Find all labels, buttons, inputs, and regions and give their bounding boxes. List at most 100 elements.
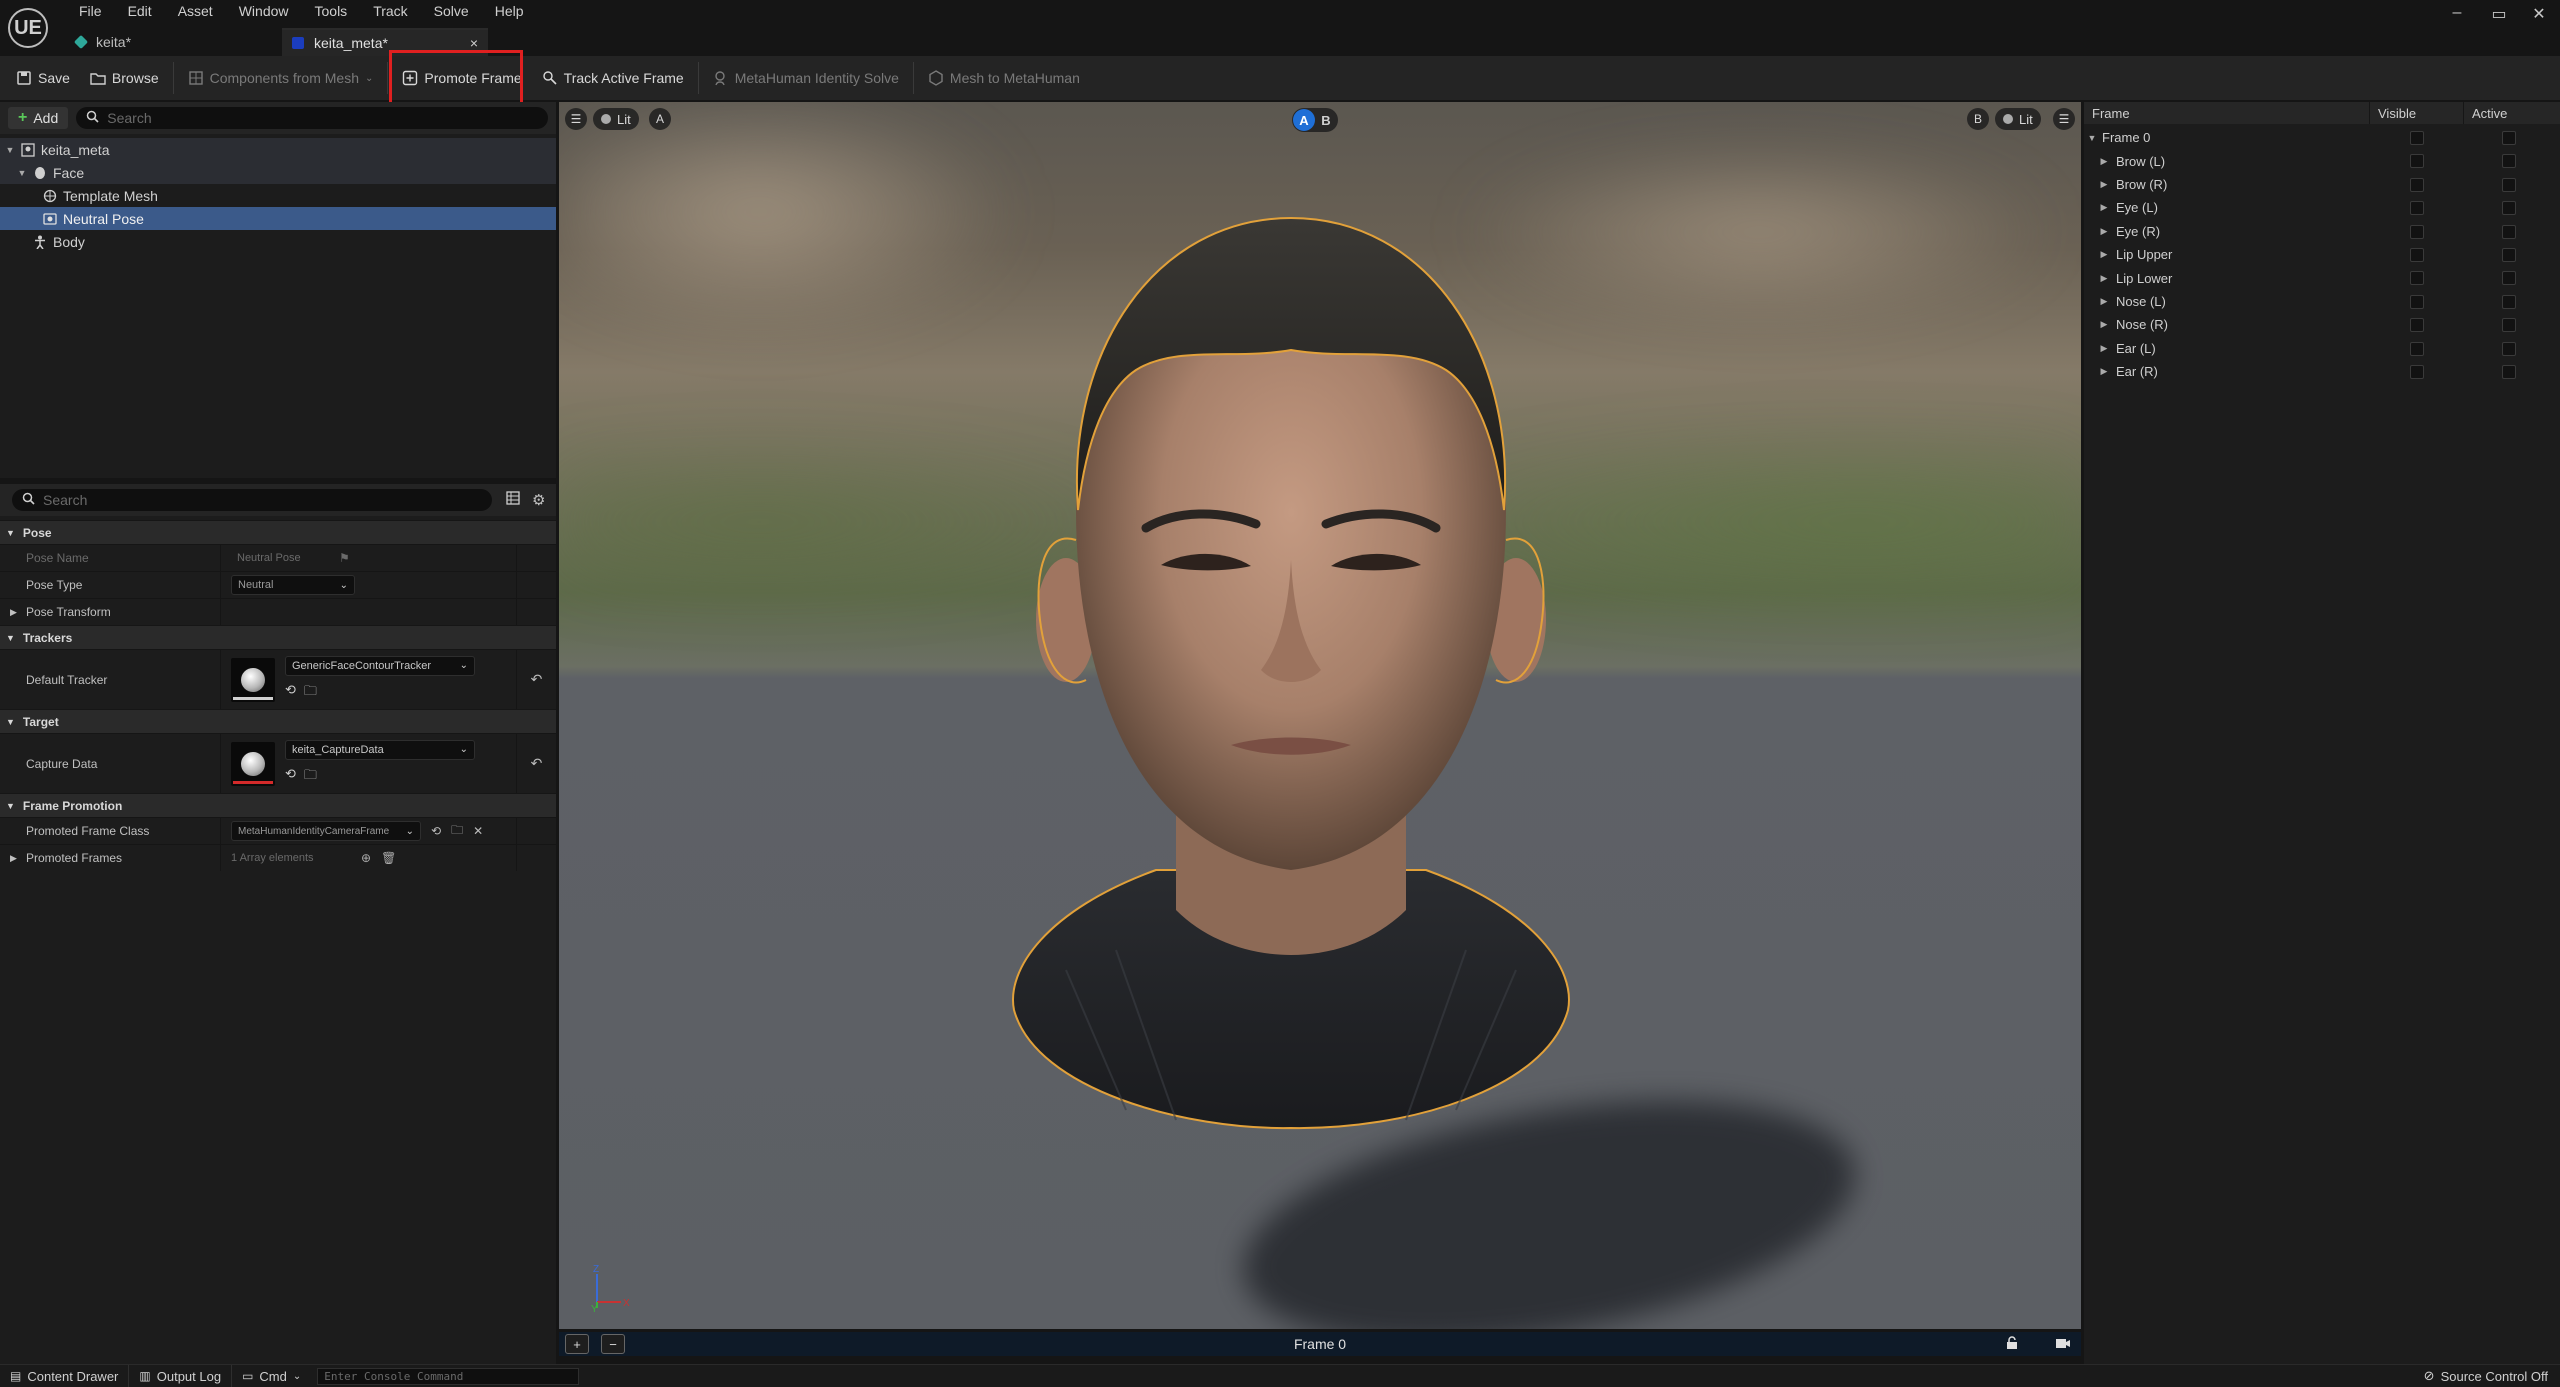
visible-checkbox[interactable] [2410, 224, 2424, 239]
expand-arrow-icon[interactable]: ▶ [2098, 366, 2110, 377]
cmd-dropdown[interactable]: ▭ Cmd ⌄ [232, 1365, 311, 1387]
menu-asset[interactable]: Asset [165, 0, 226, 22]
delete-icon[interactable]: 🗑 [381, 851, 396, 865]
tree-item-keita-meta[interactable]: ▼ keita_meta [0, 138, 556, 161]
close-window-icon[interactable]: ✕ [2518, 4, 2560, 24]
visible-checkbox[interactable] [2410, 154, 2424, 169]
lit-mode-left-button[interactable]: Lit [593, 108, 639, 130]
menu-edit[interactable]: Edit [115, 0, 165, 22]
default-tracker-dropdown[interactable]: GenericFaceContourTracker ⌄ [285, 655, 475, 676]
column-active[interactable]: Active [2464, 102, 2560, 124]
expand-arrow-icon[interactable]: ▶ [2098, 273, 2110, 284]
visible-checkbox[interactable] [2410, 364, 2424, 379]
head-mesh-render[interactable] [1006, 210, 1576, 1130]
unlock-icon[interactable] [2005, 1335, 2019, 1353]
minimize-icon[interactable]: – [2436, 4, 2478, 22]
frame-row-landmark[interactable]: ▶ Lip Lower [2084, 266, 2560, 289]
active-checkbox[interactable] [2502, 201, 2516, 216]
column-visible[interactable]: Visible [2370, 102, 2464, 124]
tree-item-body[interactable]: Body [0, 230, 556, 253]
outliner-search-input[interactable]: Search [76, 107, 548, 129]
frame-row-landmark[interactable]: ▶ Brow (L) [2084, 149, 2560, 172]
promoted-frame-class-dropdown[interactable]: MetaHumanIdentityCameraFrame ⌄ [231, 821, 421, 841]
view-a-button[interactable]: A [649, 108, 671, 130]
asset-thumbnail[interactable] [231, 657, 275, 702]
viewport-menu-icon[interactable]: ☰ [565, 108, 587, 130]
mesh-to-metahuman-button[interactable]: Mesh to MetaHuman [918, 62, 1090, 94]
console-input[interactable]: Enter Console Command [317, 1367, 580, 1385]
prop-pose-transform[interactable]: ▶ Pose Transform [0, 598, 556, 625]
frame-row-landmark[interactable]: ▶ Nose (L) [2084, 290, 2560, 313]
frame-row-landmark[interactable]: ▶ Eye (R) [2084, 220, 2560, 243]
expand-arrow-icon[interactable]: ▶ [2098, 156, 2110, 167]
reset-to-default-icon[interactable]: ↶ [516, 734, 556, 793]
remove-frame-icon[interactable]: − [601, 1334, 625, 1354]
column-frame[interactable]: Frame [2084, 102, 2370, 124]
use-selected-icon[interactable]: ⟲ [285, 766, 296, 788]
tab-keita-meta[interactable]: keita_meta* × [282, 28, 488, 56]
active-checkbox[interactable] [2502, 224, 2516, 239]
visible-checkbox[interactable] [2410, 177, 2424, 192]
gear-icon[interactable]: ⚙ [532, 491, 545, 509]
category-frame-promotion[interactable]: ▼ Frame Promotion [0, 793, 556, 817]
current-frame-label[interactable]: Frame 0 [1294, 1336, 1346, 1352]
frame-row-landmark[interactable]: ▶ Brow (R) [2084, 173, 2560, 196]
output-log-button[interactable]: ▥ Output Log [129, 1365, 233, 1387]
category-target[interactable]: ▼ Target [0, 709, 556, 733]
menu-track[interactable]: Track [360, 0, 420, 22]
capture-data-dropdown[interactable]: keita_CaptureData ⌄ [285, 739, 475, 760]
active-checkbox[interactable] [2502, 294, 2516, 309]
expand-arrow-icon[interactable]: ▶ [2098, 343, 2110, 354]
frame-row-landmark[interactable]: ▶ Eye (L) [2084, 196, 2560, 219]
lit-mode-right-button[interactable]: Lit [1995, 108, 2041, 130]
frame-row-landmark[interactable]: ▶ Nose (R) [2084, 313, 2560, 336]
visible-checkbox[interactable] [2410, 341, 2424, 356]
expand-arrow-icon[interactable]: ▶ [2098, 319, 2110, 330]
browse-folder-icon[interactable]: 🗀 [451, 821, 463, 842]
visible-checkbox[interactable] [2410, 318, 2424, 333]
unreal-logo-icon[interactable]: UE [8, 8, 48, 48]
prop-promoted-frames[interactable]: ▶ Promoted Frames 1 Array elements ⊕ 🗑 [0, 844, 556, 871]
visible-checkbox[interactable] [2410, 247, 2424, 262]
active-checkbox[interactable] [2502, 318, 2516, 333]
asset-thumbnail[interactable] [231, 741, 275, 786]
active-checkbox[interactable] [2502, 131, 2516, 145]
expand-arrow-icon[interactable]: ▶ [10, 853, 17, 864]
menu-solve[interactable]: Solve [421, 0, 482, 22]
content-drawer-button[interactable]: ▤ Content Drawer [0, 1365, 130, 1387]
expand-arrow-icon[interactable]: ▶ [2098, 202, 2110, 213]
add-frame-icon[interactable]: + [565, 1334, 589, 1354]
viewport-options-icon[interactable]: ☰ [2053, 108, 2075, 130]
visible-checkbox[interactable] [2410, 271, 2424, 286]
expand-arrow-icon[interactable]: ▶ [10, 607, 17, 618]
active-checkbox[interactable] [2502, 177, 2516, 192]
components-from-mesh-button[interactable]: Components from Mesh ⌄ [178, 62, 384, 94]
camera-icon[interactable] [2055, 1336, 2071, 1353]
toggle-b[interactable]: B [1315, 109, 1337, 131]
browse-folder-icon[interactable]: 🗀 [304, 766, 317, 788]
frame-row-landmark[interactable]: ▶ Ear (L) [2084, 337, 2560, 360]
expand-arrow-icon[interactable]: ▶ [2098, 249, 2110, 260]
menu-window[interactable]: Window [226, 0, 302, 22]
toggle-a[interactable]: A [1293, 109, 1315, 131]
expand-arrow-icon[interactable]: ▼ [2086, 133, 2098, 143]
active-checkbox[interactable] [2502, 341, 2516, 356]
tree-item-face[interactable]: ▼ Face [0, 161, 556, 184]
frame-row-landmark[interactable]: ▶ Ear (R) [2084, 360, 2560, 383]
visible-checkbox[interactable] [2410, 131, 2424, 145]
expand-arrow-icon[interactable]: ▶ [2098, 179, 2110, 190]
ab-view-toggle[interactable]: A B [1292, 108, 1338, 132]
viewport[interactable]: ☰ Lit A A B B Lit ☰ Z Y X [559, 102, 2081, 1329]
frame-timeline[interactable]: + − Frame 0 [559, 1332, 2081, 1356]
tree-item-neutral-pose[interactable]: Neutral Pose [0, 207, 556, 230]
expand-arrow-icon[interactable]: ▼ [4, 145, 16, 155]
menu-file[interactable]: File [66, 0, 115, 22]
browse-folder-icon[interactable]: 🗀 [304, 682, 317, 704]
tree-item-template-mesh[interactable]: Template Mesh [0, 184, 556, 207]
menu-tools[interactable]: Tools [302, 0, 361, 22]
save-button[interactable]: Save [6, 62, 80, 94]
view-b-button[interactable]: B [1967, 108, 1989, 130]
active-checkbox[interactable] [2502, 271, 2516, 286]
active-checkbox[interactable] [2502, 364, 2516, 379]
active-checkbox[interactable] [2502, 247, 2516, 262]
